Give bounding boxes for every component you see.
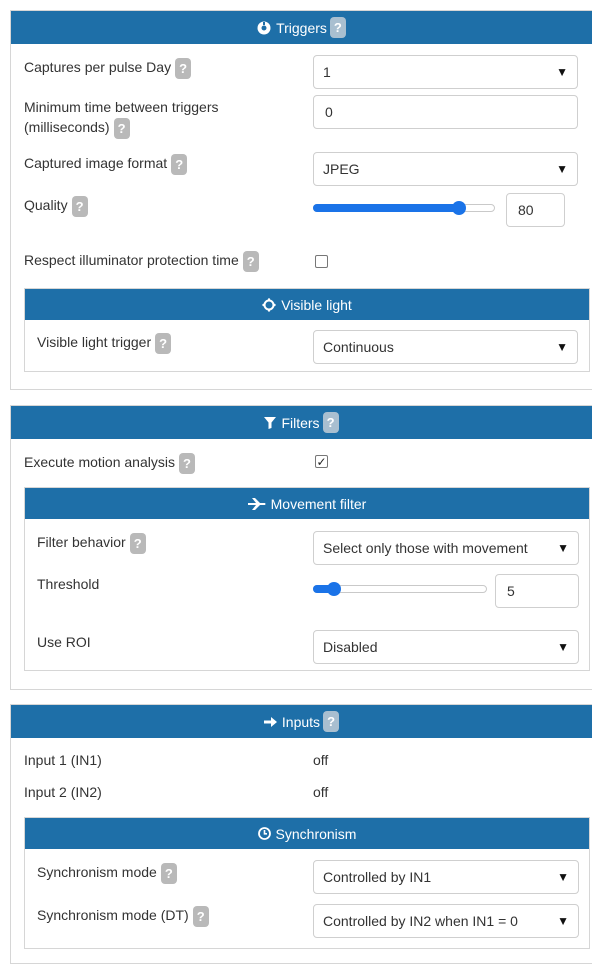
triggers-panel: Triggers ? Captures per pulse Day? 1 ▼ M… [10,10,592,390]
quality-label-text: Quality [24,197,68,213]
sync-mode-dt-label: Synchronism mode (DT)? [37,905,209,927]
motion-label-text: Execute motion analysis [24,454,175,470]
filter-behavior-select[interactable]: Select only those with movement ▼ [313,531,579,565]
inputs-title: Inputs [281,713,321,730]
help-icon[interactable]: ? [155,332,172,354]
filter-behavior-value: Select only those with movement [323,540,528,556]
chevron-down-icon: ▼ [557,541,569,555]
help-icon[interactable]: ? [322,412,339,433]
chevron-down-icon: ▼ [556,65,568,79]
motion-checkbox[interactable]: ✓ [315,455,328,468]
inputs-header: Inputs ? [11,705,592,738]
slider-fill [313,204,459,212]
triggers-title: Triggers [276,19,327,36]
filter-behavior-label-text: Filter behavior [37,534,126,550]
movement-filter-title: Movement filter [270,495,367,512]
captures-select[interactable]: 1 ▼ [313,55,578,89]
inputs-panel: Inputs ? Input 1 (IN1) off Input 2 (IN2)… [10,704,592,964]
min-time-label-line2: (milliseconds) [24,119,110,135]
sync-mode-label-text: Synchronism mode [37,864,157,880]
input2-value: off [313,784,329,800]
roi-select[interactable]: Disabled ▼ [313,630,579,664]
filters-panel: Filters ? Execute motion analysis? ✓ Mov… [10,405,592,690]
help-icon[interactable]: ? [113,117,130,139]
triggers-header: Triggers ? [11,11,592,44]
movement-filter-panel: Movement filter Filter behavior? Select … [24,487,590,671]
visible-light-title: Visible light [281,296,352,313]
min-time-label: Minimum time between triggers (milliseco… [24,97,219,139]
roi-value: Disabled [323,639,378,655]
help-icon[interactable]: ? [175,57,192,79]
help-icon[interactable]: ? [329,17,346,38]
visible-trigger-label-text: Visible light trigger [37,334,152,350]
help-icon[interactable]: ? [160,862,177,884]
visible-trigger-select[interactable]: Continuous ▼ [313,330,578,364]
min-time-label-line1: Minimum time between triggers [24,99,219,115]
slider-thumb[interactable] [451,201,466,215]
filters-header: Filters ? [11,406,592,439]
help-icon[interactable]: ? [129,532,146,554]
input1-label: Input 1 (IN1) [24,752,102,768]
synchronism-header: Synchronism [25,818,589,849]
movement-filter-header: Movement filter [25,488,589,519]
respect-label-text: Respect illuminator protection time [24,252,239,268]
sync-mode-label: Synchronism mode? [37,862,177,884]
sync-mode-dt-label-text: Synchronism mode (DT) [37,907,189,923]
respect-checkbox[interactable] [315,255,328,268]
sync-mode-dt-value: Controlled by IN2 when IN1 = 0 [323,913,518,929]
visible-trigger-label: Visible light trigger? [37,332,172,354]
synchronism-title: Synchronism [275,825,357,842]
sync-mode-value: Controlled by IN1 [323,869,432,885]
captures-label-text: Captures per pulse Day [24,59,172,75]
format-value: JPEG [323,161,360,177]
min-time-input[interactable]: 0 [313,95,578,129]
sync-mode-dt-select[interactable]: Controlled by IN2 when IN1 = 0 ▼ [313,904,579,938]
respect-label: Respect illuminator protection time? [24,250,259,272]
filters-title: Filters [281,414,320,431]
sync-mode-select[interactable]: Controlled by IN1 ▼ [313,860,579,894]
motion-label: Execute motion analysis? [24,452,195,474]
plane-icon [247,497,266,510]
chevron-down-icon: ▼ [556,162,568,176]
help-icon[interactable]: ? [178,452,195,474]
filter-behavior-label: Filter behavior? [37,532,146,554]
roi-label: Use ROI [37,634,91,650]
captures-value: 1 [323,64,331,80]
help-icon[interactable]: ? [242,250,259,272]
filter-icon [264,416,277,429]
visible-trigger-value: Continuous [323,339,394,355]
format-select[interactable]: JPEG ▼ [313,152,578,186]
arrow-right-icon [263,716,277,728]
visible-light-header: Visible light [25,289,589,320]
chevron-down-icon: ▼ [557,640,569,654]
chevron-down-icon: ▼ [557,914,569,928]
slider-thumb[interactable] [326,582,341,596]
settings-circle-icon [257,21,271,35]
synchronism-panel: Synchronism Synchronism mode? Controlled… [24,817,590,949]
visible-light-panel: Visible light Visible light trigger? Con… [24,288,590,372]
captures-label: Captures per pulse Day? [24,57,192,79]
format-label: Captured image format? [24,153,188,175]
quality-slider[interactable] [313,198,495,218]
quality-input[interactable]: 80 [506,193,565,227]
threshold-slider[interactable] [313,579,487,599]
help-icon[interactable]: ? [192,905,209,927]
sun-icon [262,297,276,312]
help-icon[interactable]: ? [171,153,188,175]
input2-label: Input 2 (IN2) [24,784,102,800]
help-icon[interactable]: ? [323,711,340,732]
chevron-down-icon: ▼ [557,870,569,884]
format-label-text: Captured image format [24,155,168,171]
input1-value: off [313,752,329,768]
threshold-input[interactable]: 5 [495,574,579,608]
clock-icon [257,827,271,840]
help-icon[interactable]: ? [71,195,88,217]
quality-label: Quality? [24,195,88,217]
threshold-label: Threshold [37,576,100,592]
chevron-down-icon: ▼ [556,340,568,354]
